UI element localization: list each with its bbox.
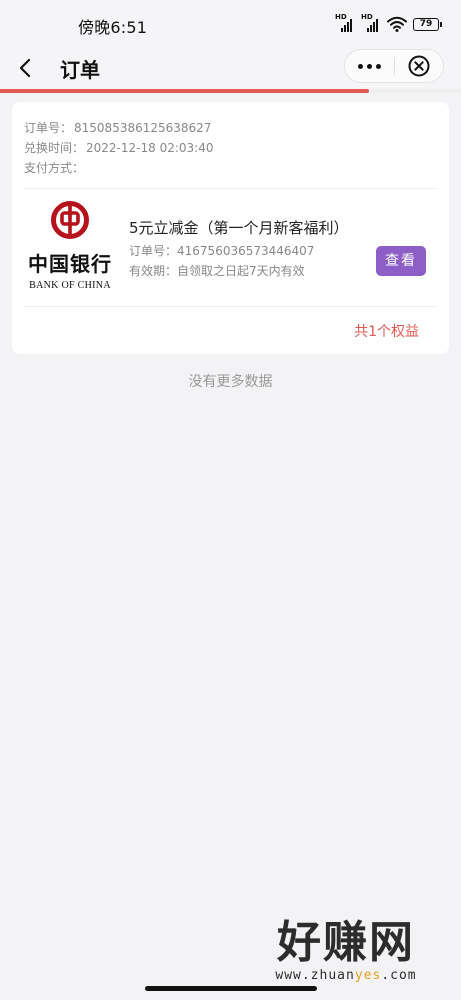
order-number-row: 订单号： 815085386125638627 <box>24 118 213 138</box>
benefit-order-number-value: 416756036573446407 <box>177 244 315 258</box>
status-time: 傍晚6:51 <box>78 18 148 37</box>
nav-bar: 订单 <box>0 46 461 90</box>
bank-name-en: BANK OF CHINA <box>29 280 111 291</box>
benefit-count: 共1个权益 <box>354 324 419 340</box>
benefit-validity: 有效期：自领取之日起7天内有效 <box>129 262 305 279</box>
battery-icon: 79 <box>413 17 442 31</box>
loading-progress <box>0 89 461 93</box>
divider <box>24 306 437 307</box>
benefit-order-number-label: 订单号： <box>129 244 178 258</box>
benefit-order-number: 订单号：416756036573446407 <box>129 242 314 259</box>
battery-level: 79 <box>419 18 433 29</box>
chevron-left-icon <box>19 58 31 78</box>
watermark-url-prefix: www.zhuan <box>275 968 355 983</box>
wifi-icon <box>387 16 407 32</box>
home-indicator[interactable] <box>145 986 317 991</box>
redeem-time-value: 2022-12-18 02:03:40 <box>86 141 214 155</box>
mini-program-capsule <box>344 49 444 83</box>
order-meta: 订单号： 815085386125638627 兑换时间： 2022-12-18… <box>24 118 213 178</box>
page-title: 订单 <box>60 58 100 82</box>
watermark-url: www.zhuanyes.com <box>248 968 444 983</box>
watermark-logo-text: 好赚网 <box>277 917 415 968</box>
redeem-time-row: 兑换时间： 2022-12-18 02:03:40 <box>24 138 213 158</box>
bank-of-china-emblem-icon <box>51 201 89 239</box>
divider <box>24 188 437 189</box>
signal-1-icon: HD <box>335 13 355 32</box>
watermark-url-accent: yes <box>354 968 382 983</box>
watermark-url-suffix: .com <box>381 968 417 983</box>
more-button[interactable] <box>345 50 394 82</box>
back-button[interactable] <box>10 52 42 84</box>
order-number-value: 815085386125638627 <box>74 121 212 135</box>
signal-2-icon: HD <box>361 13 381 32</box>
redeem-time-label: 兑换时间： <box>24 141 85 155</box>
bank-name-cn: 中国银行 <box>28 252 112 276</box>
order-number-label: 订单号： <box>24 121 73 135</box>
status-bar: 傍晚6:51 HD HD 79 <box>0 0 461 46</box>
no-more-data-text: 没有更多数据 <box>188 374 273 390</box>
payment-method-row: 支付方式： <box>24 158 213 178</box>
site-watermark: 好赚网 www.zhuanyes.com <box>248 918 444 990</box>
benefit-validity-label: 有效期： <box>129 264 178 278</box>
loading-progress-fill <box>0 89 369 93</box>
benefit-validity-value: 自领取之日起7天内有效 <box>177 264 305 278</box>
close-circle-icon <box>408 55 430 77</box>
benefit-title: 5元立减金（第一个月新客福利） <box>129 219 349 237</box>
bank-of-china-logo: 中国银行 BANK OF CHINA <box>22 200 118 296</box>
payment-method-label: 支付方式： <box>24 161 85 175</box>
order-card: 订单号： 815085386125638627 兑换时间： 2022-12-18… <box>12 102 449 354</box>
status-icons: HD HD 79 <box>335 13 442 34</box>
view-button[interactable]: 查看 <box>376 246 426 276</box>
close-button[interactable] <box>395 50 444 82</box>
more-dots-icon <box>357 63 381 69</box>
